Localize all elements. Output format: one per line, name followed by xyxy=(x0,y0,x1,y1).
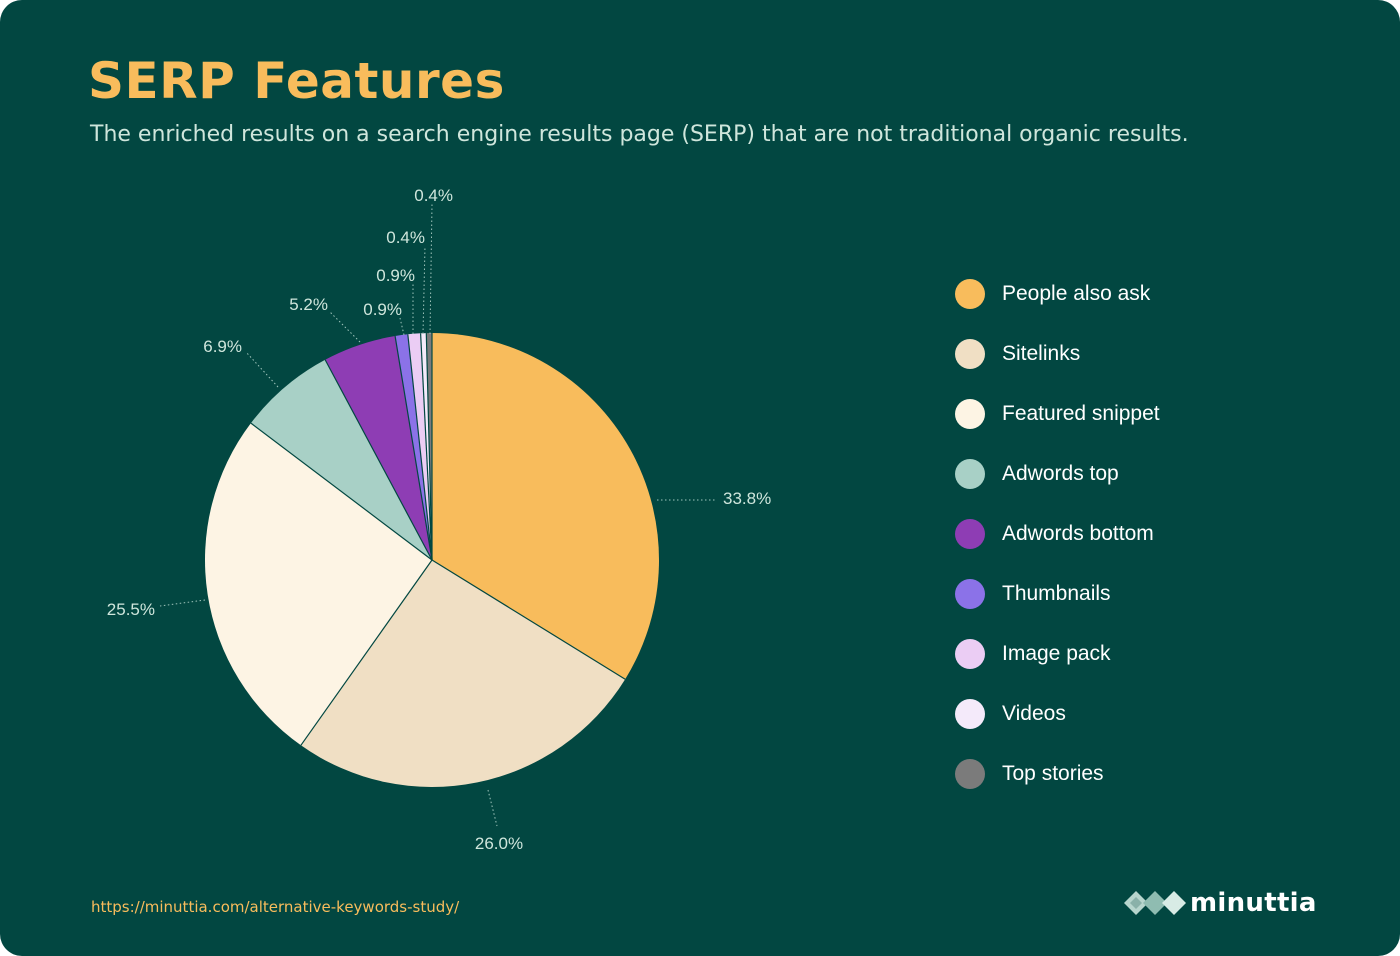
legend-swatch xyxy=(955,699,985,729)
leader-line xyxy=(159,599,206,607)
legend-swatch xyxy=(955,519,985,549)
legend-label: Videos xyxy=(1002,702,1066,725)
data-label: 0.9% xyxy=(376,266,415,285)
legend-item: Featured snippet xyxy=(955,384,1160,444)
legend-label: Adwords bottom xyxy=(1002,522,1154,545)
legend-item: Videos xyxy=(955,684,1160,744)
legend-swatch xyxy=(955,459,985,489)
legend-swatch xyxy=(955,339,985,369)
legend-item: Adwords top xyxy=(955,444,1160,504)
chart-legend: People also ask Sitelinks Featured snippet… xyxy=(955,264,1160,804)
leader-line xyxy=(422,245,426,335)
legend-label: People also ask xyxy=(1002,282,1151,305)
legend-item: Image pack xyxy=(955,624,1160,684)
data-label: 6.9% xyxy=(203,337,242,356)
leader-line xyxy=(399,317,405,336)
legend-item: Adwords bottom xyxy=(955,504,1160,564)
data-label: 5.2% xyxy=(289,295,328,314)
legend-label: Adwords top xyxy=(1002,462,1119,485)
legend-label: Top stories xyxy=(1002,762,1104,785)
legend-item: Thumbnails xyxy=(955,564,1160,624)
legend-swatch xyxy=(955,639,985,669)
legend-swatch xyxy=(955,759,985,789)
legend-item: Top stories xyxy=(955,744,1160,804)
chart-card: SERP Features The enriched results on a … xyxy=(0,0,1400,956)
data-label: 0.4% xyxy=(414,186,453,205)
legend-item: Sitelinks xyxy=(955,324,1160,384)
leader-line xyxy=(245,351,279,388)
minuttia-logo-icon xyxy=(1124,891,1186,915)
legend-label: Thumbnails xyxy=(1002,582,1111,605)
legend-label: Sitelinks xyxy=(1002,342,1081,365)
source-link[interactable]: https://minuttia.com/alternative-keyword… xyxy=(91,898,459,916)
legend-label: Image pack xyxy=(1002,642,1111,665)
data-label: 0.9% xyxy=(363,300,402,319)
leader-line xyxy=(329,311,361,343)
brand-logo: minuttia xyxy=(1124,888,1317,918)
data-label: 25.5% xyxy=(107,600,155,619)
data-label: 26.0% xyxy=(475,834,523,853)
data-label: 33.8% xyxy=(723,489,771,508)
leader-line xyxy=(429,203,433,335)
legend-swatch xyxy=(955,399,985,429)
legend-swatch xyxy=(955,279,985,309)
leader-line xyxy=(487,789,498,827)
brand-name: minuttia xyxy=(1190,888,1317,918)
legend-label: Featured snippet xyxy=(1002,402,1160,425)
legend-swatch xyxy=(955,579,985,609)
pie-chart: 33.8% 26.0% 25.5% 6.9% 5.2% 0.9% 0.9% 0.4% 0.4% xyxy=(107,186,771,853)
legend-item: People also ask xyxy=(955,264,1160,324)
data-label: 0.4% xyxy=(386,228,425,247)
